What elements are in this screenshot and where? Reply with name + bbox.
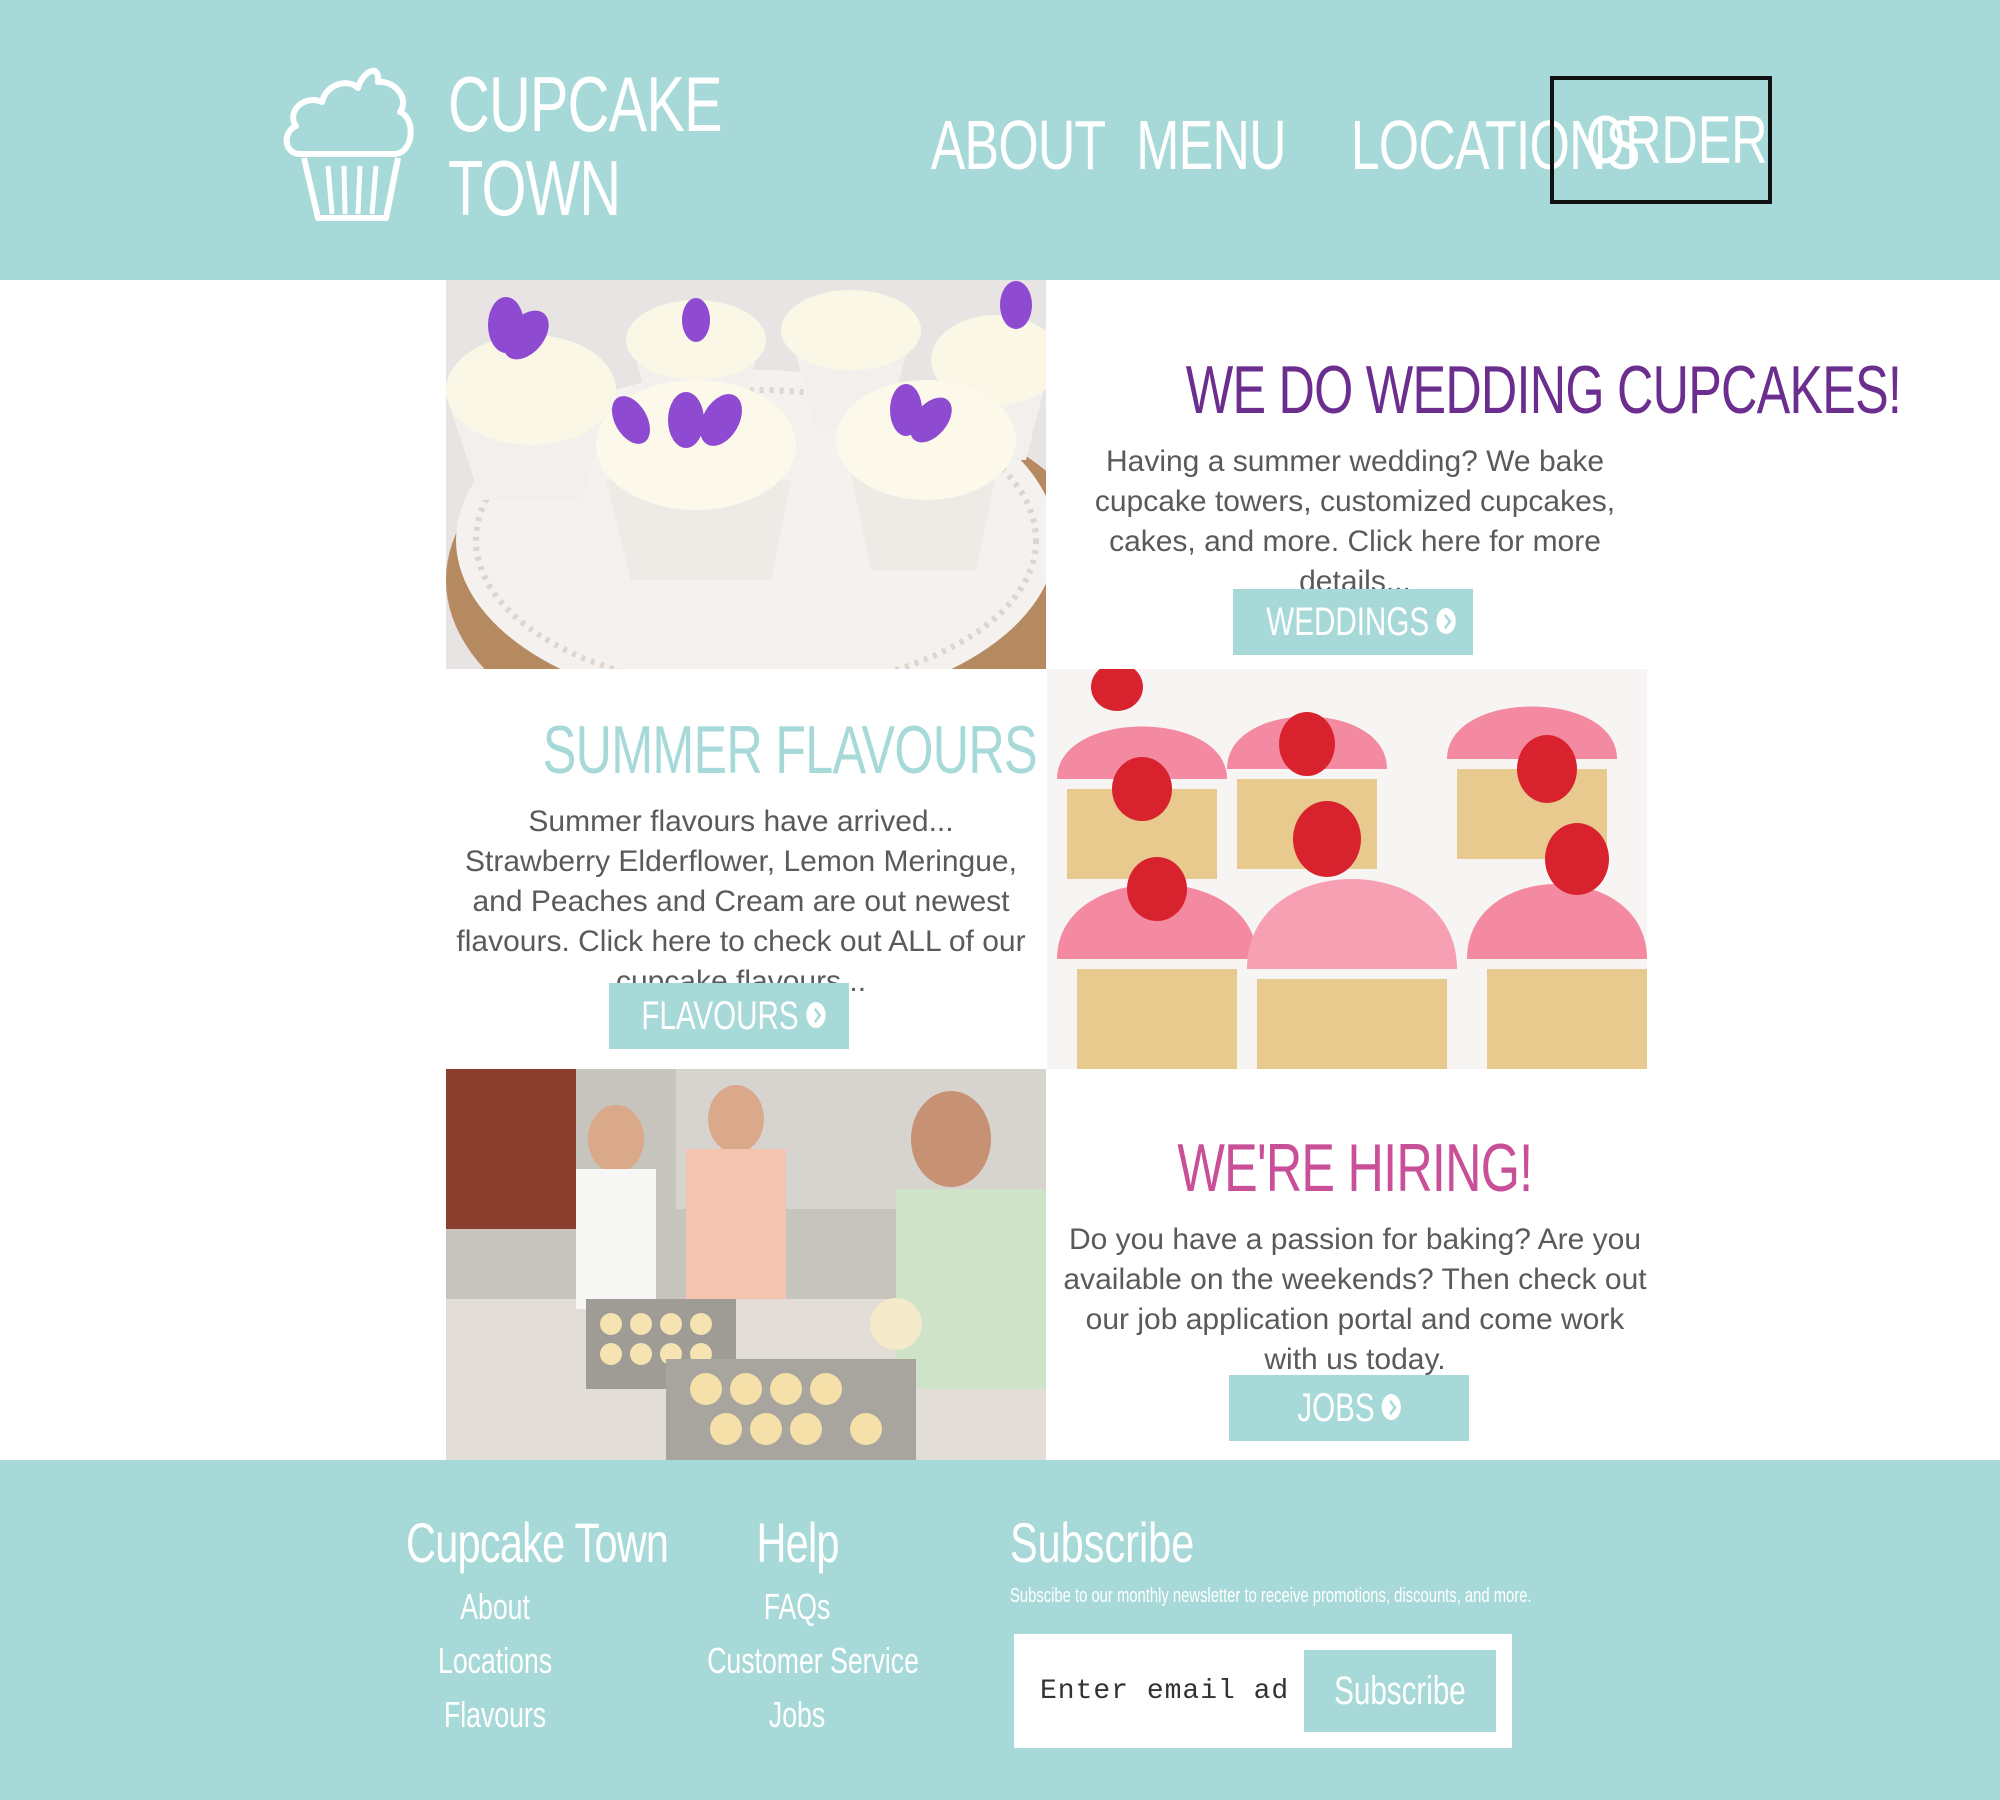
footer-link-faqs[interactable]: FAQs bbox=[670, 1580, 925, 1634]
chevron-right-icon bbox=[806, 1002, 826, 1029]
weddings-title: WE DO WEDDING CUPCAKES! bbox=[1185, 352, 1902, 428]
strawberry-cupcakes-photo bbox=[1047, 669, 1647, 1069]
email-input[interactable] bbox=[1040, 1652, 1290, 1730]
chevron-right-icon bbox=[1381, 1394, 1401, 1421]
footer-link-about[interactable]: About bbox=[360, 1580, 630, 1634]
subscribe-title: Subscribe bbox=[1010, 1511, 1195, 1574]
nav-menu[interactable]: MENU bbox=[1110, 100, 1286, 190]
footer-col-title: Help bbox=[756, 1511, 839, 1574]
flavours-block: SUMMER FLAVOURS Summer flavours have arr… bbox=[456, 710, 1038, 1002]
flavours-body: Summer flavours have arrived... Strawber… bbox=[456, 805, 1026, 998]
flavours-title: SUMMER FLAVOURS bbox=[542, 712, 1038, 788]
footer-link-jobs[interactable]: Jobs bbox=[670, 1688, 925, 1742]
footer-col-cupcake-town: Cupcake Town About Locations Flavours bbox=[360, 1508, 669, 1742]
footer-link-customer-service[interactable]: Customer Service bbox=[670, 1634, 925, 1688]
chevron-right-icon bbox=[1436, 608, 1456, 635]
order-button[interactable]: ORDER bbox=[1550, 76, 1772, 204]
nav-locations[interactable]: LOCATIONS bbox=[1300, 100, 1641, 190]
jobs-button[interactable]: JOBS bbox=[1229, 1375, 1469, 1441]
footer-link-flavours[interactable]: Flavours bbox=[360, 1688, 630, 1742]
wedding-cupcakes-photo bbox=[446, 280, 1046, 669]
hiring-title: WE'RE HIRING! bbox=[1177, 1130, 1533, 1206]
weddings-body: Having a summer wedding? We bake cupcake… bbox=[1094, 445, 1616, 598]
site-header: CUPCAKE TOWN ABOUT MENU LOCATIONS ORDER bbox=[0, 0, 2000, 280]
footer-col-title: Cupcake Town bbox=[406, 1511, 669, 1574]
logo-text: CUPCAKE TOWN bbox=[422, 60, 723, 232]
subscribe-description: Subscibe to our monthly newsletter to re… bbox=[1010, 1585, 1532, 1607]
logo-line-2: TOWN bbox=[448, 144, 621, 232]
site-footer: Cupcake Town About Locations Flavours He… bbox=[0, 1460, 2000, 1800]
logo-line-1: CUPCAKE bbox=[448, 60, 723, 148]
weddings-block: WE DO WEDDING CUPCAKES! Having a summer … bbox=[1060, 350, 1902, 602]
hiring-body: Do you have a passion for baking? Are yo… bbox=[1063, 1223, 1647, 1376]
flavours-button[interactable]: FLAVOURS bbox=[609, 983, 849, 1049]
bakers-kitchen-photo bbox=[446, 1069, 1046, 1460]
hiring-block: WE'RE HIRING! Do you have a passion for … bbox=[1060, 1128, 1650, 1380]
weddings-button[interactable]: WEDDINGS bbox=[1233, 589, 1473, 655]
cupcake-icon bbox=[283, 67, 414, 221]
subscribe-form: Subscribe bbox=[1014, 1634, 1512, 1748]
subscribe-button[interactable]: Subscribe bbox=[1304, 1650, 1496, 1732]
footer-col-help: Help FAQs Customer Service Jobs bbox=[670, 1508, 925, 1742]
footer-link-locations[interactable]: Locations bbox=[360, 1634, 630, 1688]
logo[interactable]: CUPCAKE TOWN bbox=[282, 58, 723, 232]
nav-about[interactable]: ABOUT bbox=[900, 100, 1106, 190]
